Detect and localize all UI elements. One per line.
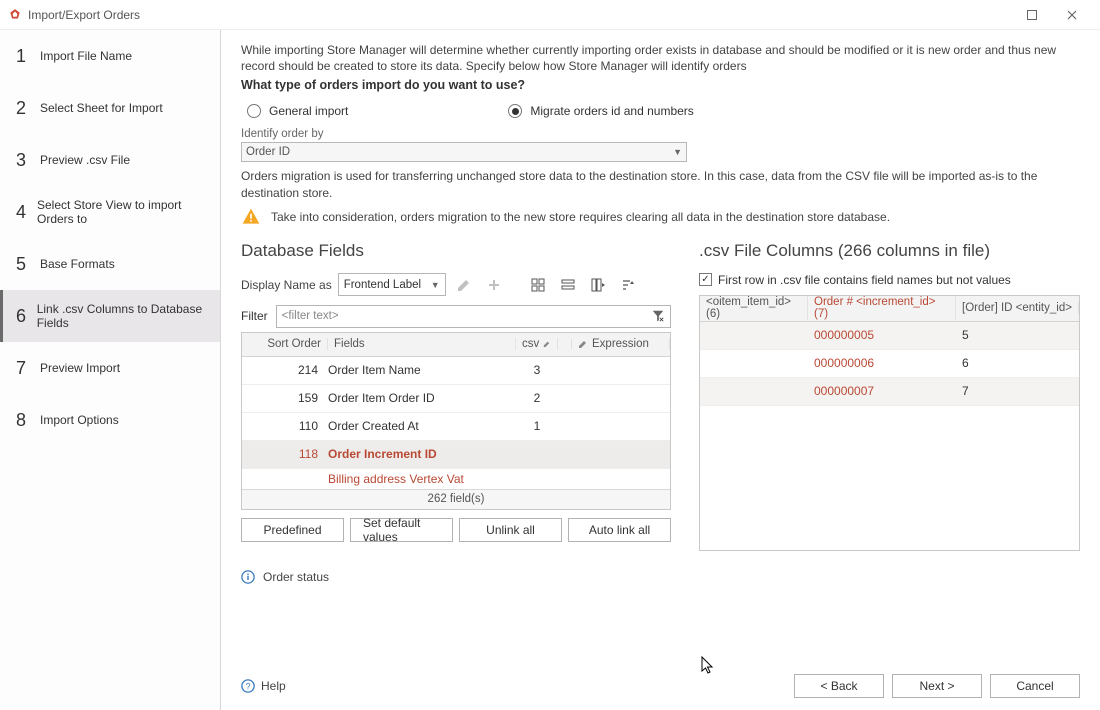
filter-input[interactable]: <filter text> bbox=[276, 305, 671, 328]
warning-icon bbox=[241, 207, 261, 227]
csv-col-2[interactable]: Order # <increment_id> (7) bbox=[808, 296, 956, 320]
radio-unchecked-icon bbox=[247, 104, 261, 118]
auto-link-all-button[interactable]: Auto link all bbox=[568, 518, 671, 542]
checkbox-checked-icon: ✓ bbox=[699, 273, 712, 286]
csv-row[interactable]: 0000000077 bbox=[700, 378, 1079, 406]
wizard-steps-sidebar: 1Import File Name 2Select Sheet for Impo… bbox=[0, 30, 221, 710]
collapse-all-icon[interactable] bbox=[556, 273, 580, 297]
help-link[interactable]: ? Help bbox=[241, 679, 286, 693]
step-link-columns[interactable]: 6Link .csv Columns to Database Fields bbox=[0, 290, 220, 342]
col-sort-order[interactable]: Sort Order bbox=[242, 338, 328, 350]
step-select-sheet[interactable]: 2Select Sheet for Import bbox=[0, 82, 220, 134]
expand-all-icon[interactable] bbox=[526, 273, 550, 297]
step-import-options[interactable]: 8Import Options bbox=[0, 394, 220, 446]
set-default-values-button[interactable]: Set default values bbox=[350, 518, 453, 542]
csv-row[interactable]: 0000000055 bbox=[700, 322, 1079, 350]
question-text: What type of orders import do you want t… bbox=[241, 78, 1080, 92]
cursor-icon bbox=[701, 656, 717, 676]
col-fields[interactable]: Fields bbox=[328, 338, 516, 350]
window-close-button[interactable] bbox=[1052, 3, 1092, 27]
predefined-button[interactable]: Predefined bbox=[241, 518, 344, 542]
next-button[interactable]: Next > bbox=[892, 674, 982, 698]
radio-migrate-orders[interactable]: Migrate orders id and numbers bbox=[508, 104, 693, 118]
svg-text:?: ? bbox=[246, 682, 251, 692]
grid-row[interactable]: 159Order Item Order ID2 bbox=[242, 385, 670, 413]
app-logo-icon bbox=[8, 8, 22, 22]
step-base-formats[interactable]: 5Base Formats bbox=[0, 238, 220, 290]
clear-filter-icon[interactable] bbox=[651, 309, 665, 323]
identify-label: Identify order by bbox=[241, 128, 1080, 140]
csv-columns-title: .csv File Columns (266 columns in file) bbox=[699, 241, 1080, 261]
display-name-as-label: Display Name as bbox=[241, 278, 332, 292]
identify-order-by-combo[interactable]: Order ID ▼ bbox=[241, 142, 687, 162]
step-select-store-view[interactable]: 4Select Store View to import Orders to bbox=[0, 186, 220, 238]
edit-icon bbox=[452, 273, 476, 297]
step-preview-csv[interactable]: 3Preview .csv File bbox=[0, 134, 220, 186]
col-csv[interactable]: csv bbox=[516, 338, 558, 350]
csv-row[interactable]: 0000000066 bbox=[700, 350, 1079, 378]
chevron-down-icon: ▼ bbox=[431, 280, 440, 290]
link-icon bbox=[564, 339, 565, 349]
radio-checked-icon bbox=[508, 104, 522, 118]
pencil-icon bbox=[543, 339, 551, 349]
window-maximize-button[interactable] bbox=[1012, 3, 1052, 27]
back-button[interactable]: < Back bbox=[794, 674, 884, 698]
pencil-icon bbox=[578, 339, 588, 349]
grid-row[interactable]: 110Order Created At1 bbox=[242, 413, 670, 441]
display-name-as-combo[interactable]: Frontend Label ▼ bbox=[338, 273, 446, 296]
col-expression[interactable]: Expression bbox=[572, 338, 670, 350]
warning-text: Take into consideration, orders migratio… bbox=[271, 210, 890, 224]
csv-col-3[interactable]: [Order] ID <entity_id> bbox=[956, 302, 1079, 314]
step-import-file-name[interactable]: 1Import File Name bbox=[0, 30, 220, 82]
grid-row[interactable]: 214Order Item Name3 bbox=[242, 357, 670, 385]
sort-icon[interactable] bbox=[616, 273, 640, 297]
col-link[interactable] bbox=[558, 339, 572, 349]
columns-icon[interactable] bbox=[586, 273, 610, 297]
help-icon: ? bbox=[241, 679, 255, 693]
order-status-text: Order status bbox=[263, 570, 329, 584]
migration-note: Orders migration is used for transferrin… bbox=[241, 168, 1080, 200]
window-title: Import/Export Orders bbox=[28, 8, 1012, 22]
database-fields-title: Database Fields bbox=[241, 241, 671, 261]
grid-row-selected[interactable]: 118Order Increment ID bbox=[242, 441, 670, 469]
radio-general-import[interactable]: General import bbox=[247, 104, 348, 118]
filter-label: Filter bbox=[241, 309, 268, 323]
database-fields-grid: Sort Order Fields csv Expression 214Orde… bbox=[241, 332, 671, 510]
chevron-down-icon: ▼ bbox=[673, 147, 682, 157]
intro-text: While importing Store Manager will deter… bbox=[241, 42, 1080, 74]
unlink-all-button[interactable]: Unlink all bbox=[459, 518, 562, 542]
grid-footer: 262 field(s) bbox=[242, 489, 670, 509]
csv-col-1[interactable]: <oitem_item_id> (6) bbox=[700, 296, 808, 320]
grid-row[interactable]: Billing address Vertex Vat bbox=[242, 469, 670, 489]
csv-columns-grid: <oitem_item_id> (6) Order # <increment_i… bbox=[699, 295, 1080, 551]
step-preview-import[interactable]: 7Preview Import bbox=[0, 342, 220, 394]
first-row-checkbox[interactable]: ✓ First row in .csv file contains field … bbox=[699, 273, 1080, 287]
plus-icon bbox=[482, 273, 506, 297]
info-icon bbox=[241, 570, 255, 584]
cancel-button[interactable]: Cancel bbox=[990, 674, 1080, 698]
